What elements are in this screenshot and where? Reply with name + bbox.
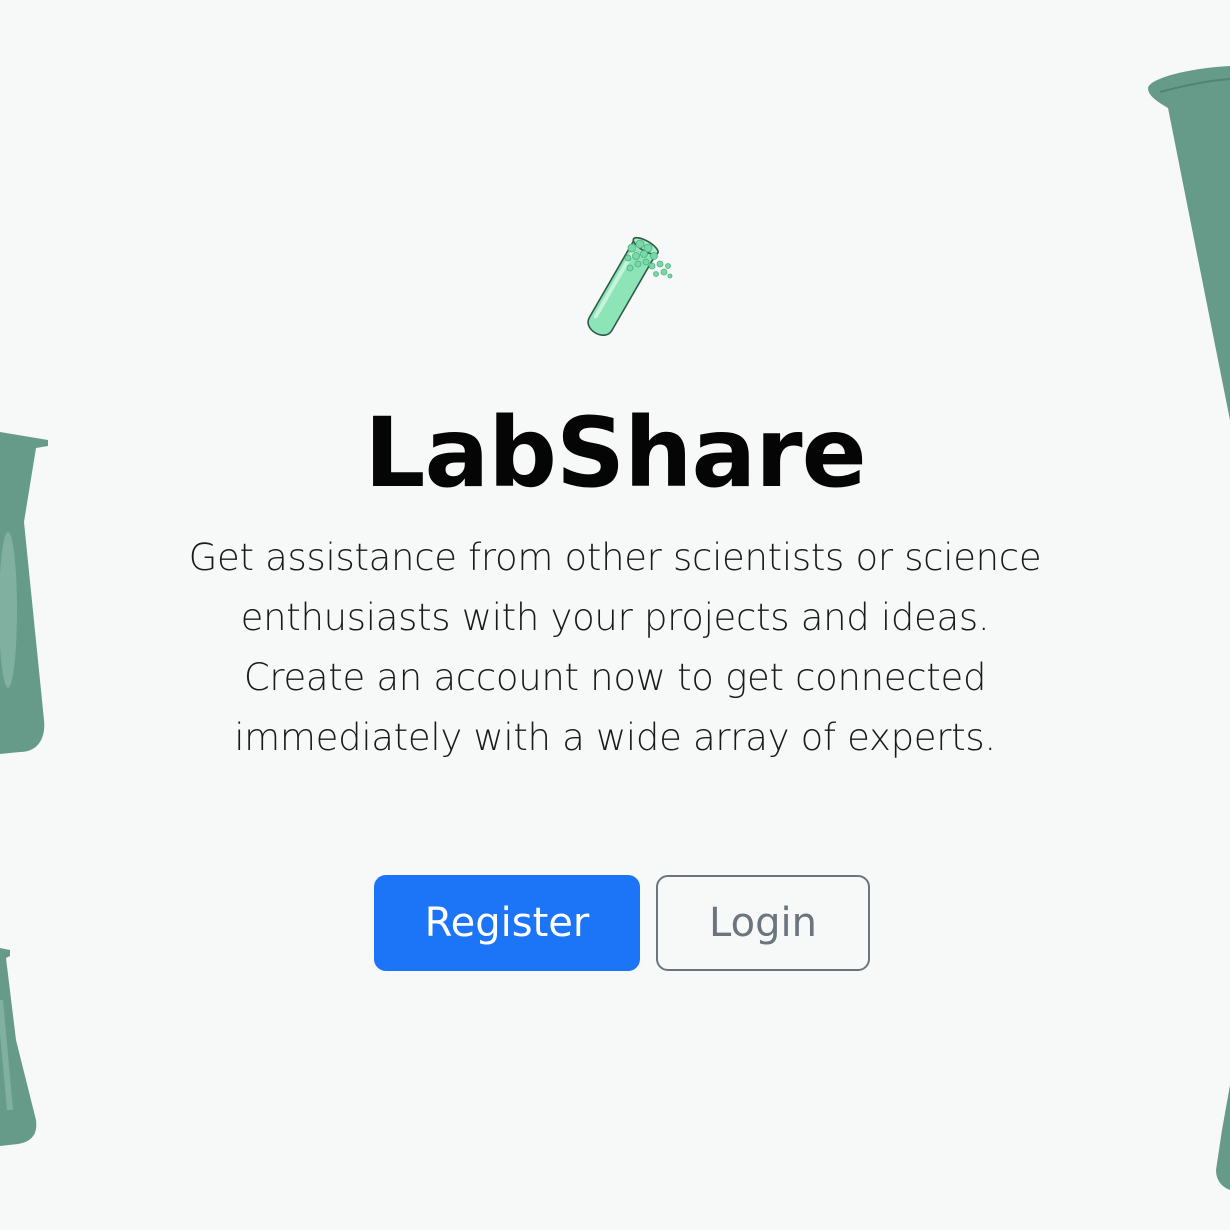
- tagline: Get assistance from other scientists or …: [188, 536, 1042, 759]
- register-button[interactable]: Register: [374, 875, 640, 971]
- login-button[interactable]: Login: [656, 875, 870, 971]
- test-tube-icon: [587, 236, 673, 336]
- hero-section: LabShare Get assistance from other scien…: [0, 0, 1230, 1230]
- page-title: LabShare: [364, 397, 866, 509]
